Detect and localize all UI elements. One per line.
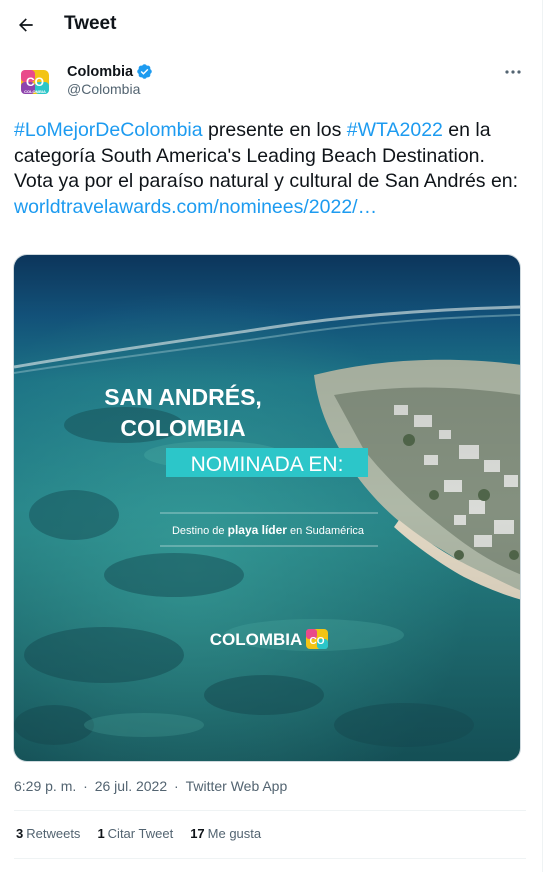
tweet-column: Tweet CO COLOMBIA Colombia @Colombia #Lo…: [0, 0, 543, 872]
avatar[interactable]: CO COLOMBIA: [16, 63, 54, 101]
tweet-time[interactable]: 6:29 p. m.: [14, 778, 76, 794]
media-title-line1: SAN ANDRÉS,: [104, 383, 262, 410]
quote-tweets-stat[interactable]: 1 Citar Tweet: [97, 826, 173, 841]
tweet-stats: 3 Retweets 1 Citar Tweet 17 Me gusta: [16, 826, 278, 841]
author-handle[interactable]: @Colombia: [67, 81, 140, 97]
more-dots-icon: [505, 70, 521, 74]
colombia-co-logo-icon: CO: [306, 629, 328, 649]
page-header: Tweet: [0, 0, 542, 50]
divider: [14, 858, 526, 859]
svg-text:CO: CO: [310, 636, 325, 647]
tweet-text-segment: presente en los: [202, 119, 347, 141]
verified-badge-icon: [137, 64, 152, 79]
media-caption: Destino de playa líder en Sudamérica: [172, 523, 365, 537]
tweet-metadata: 6:29 p. m. · 26 jul. 2022 · Twitter Web …: [14, 778, 288, 794]
hashtag-link[interactable]: #LoMejorDeColombia: [14, 119, 203, 141]
tweet-media-image[interactable]: SAN ANDRÉS, COLOMBIA NOMINADA EN: Destin…: [13, 254, 521, 762]
tweet-source[interactable]: Twitter Web App: [186, 778, 288, 794]
avatar-subtext: COLOMBIA: [24, 89, 46, 94]
media-title-line2: COLOMBIA: [120, 415, 245, 441]
likes-stat[interactable]: 17 Me gusta: [190, 826, 261, 841]
retweets-stat[interactable]: 3 Retweets: [16, 826, 80, 841]
url-link[interactable]: worldtravelawards.com/nominees/2022/…: [14, 196, 377, 218]
divider: [14, 810, 526, 811]
media-title-line3: NOMINADA EN:: [191, 453, 344, 476]
back-button[interactable]: [8, 7, 44, 43]
avatar-text: CO: [26, 75, 44, 89]
tweet-text: #LoMejorDeColombia presente en los #WTA2…: [14, 118, 526, 220]
media-brand: COLOMBIA: [210, 630, 303, 649]
author-name[interactable]: Colombia: [67, 64, 133, 80]
page-title: Tweet: [64, 13, 117, 34]
more-options-button[interactable]: [496, 58, 530, 86]
author-name-row: Colombia: [67, 63, 153, 80]
hashtag-link[interactable]: #WTA2022: [347, 119, 443, 141]
tweet-date[interactable]: 26 jul. 2022: [95, 778, 167, 794]
back-arrow-icon: [19, 18, 33, 32]
